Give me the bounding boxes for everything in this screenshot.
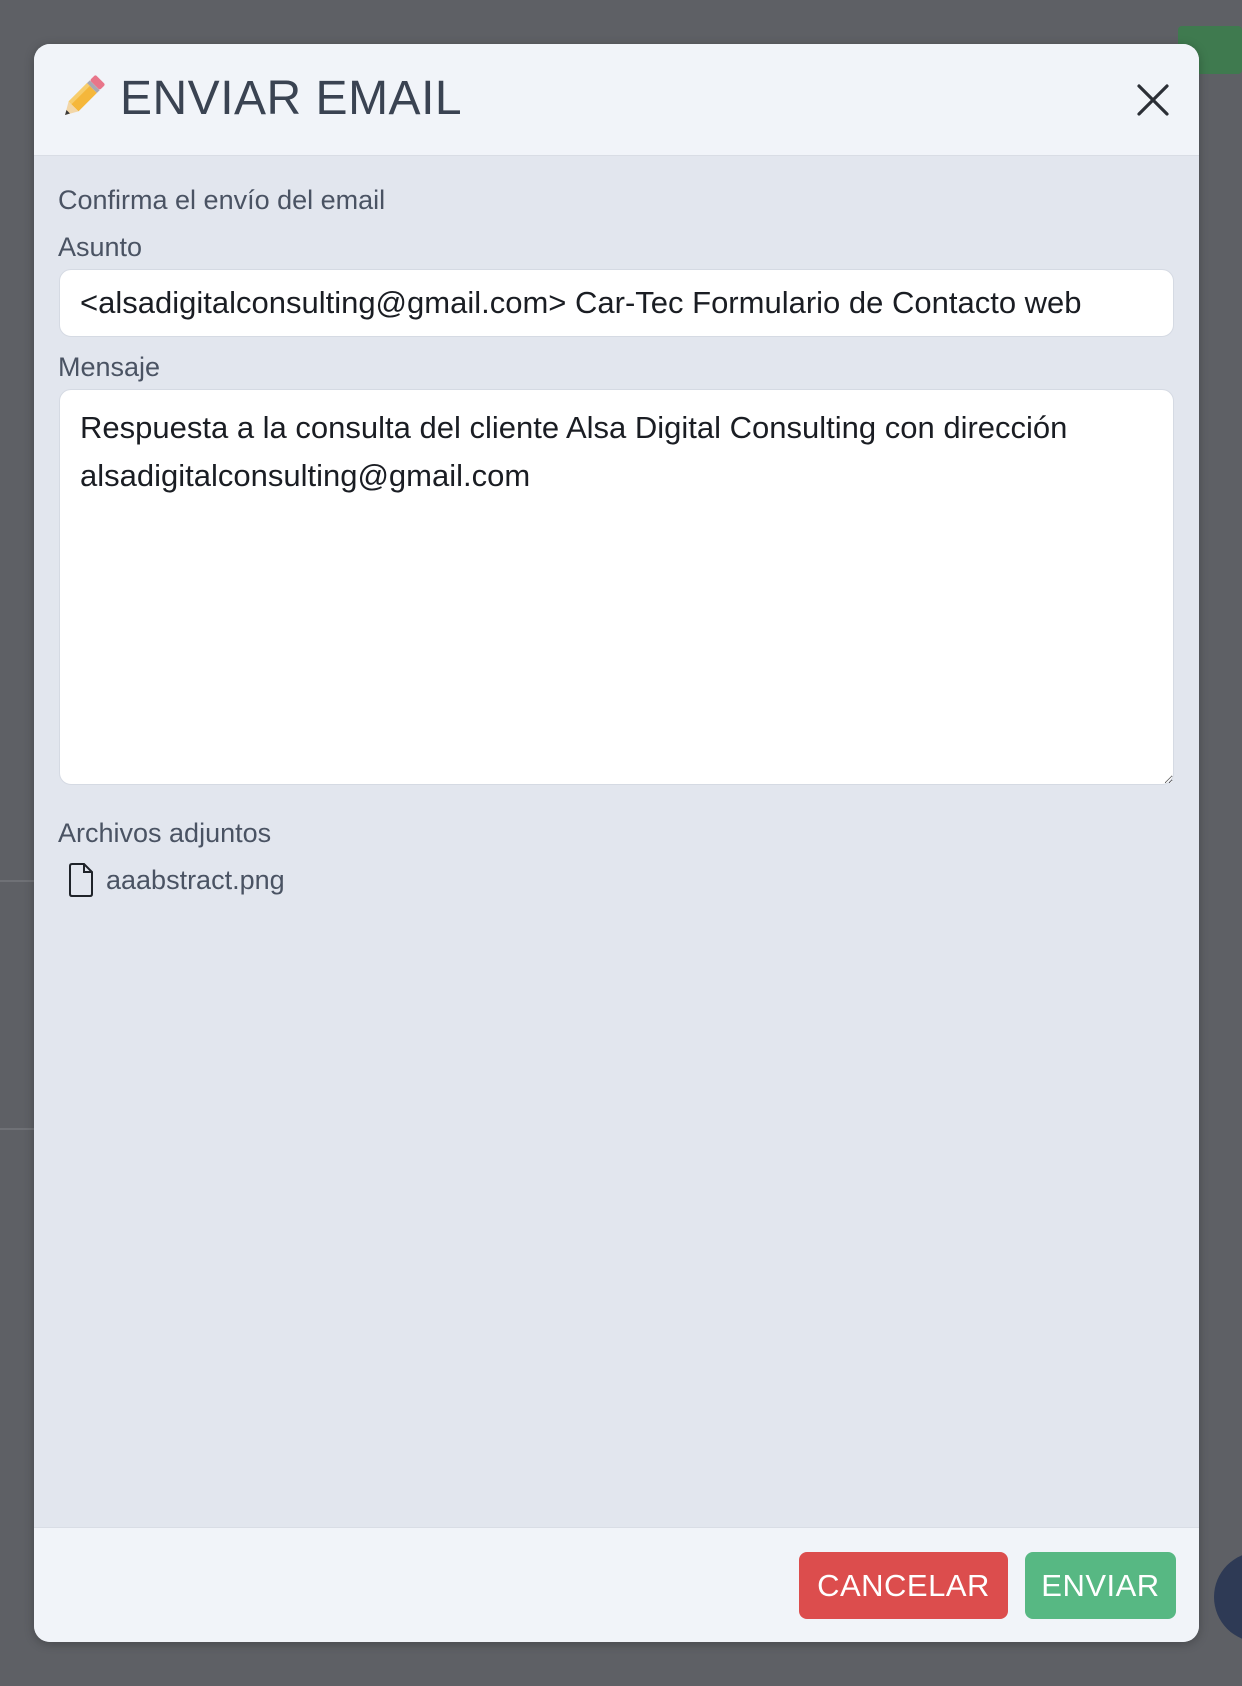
- attachments-label: Archivos adjuntos: [58, 818, 272, 848]
- send-email-modal: ENVIAR EMAIL Confirma el envío del email…: [34, 44, 1199, 1642]
- message-label: Mensaje: [58, 352, 161, 382]
- modal-title: ENVIAR EMAIL: [120, 72, 463, 125]
- message-textarea[interactable]: Respuesta a la consulta del cliente Alsa…: [59, 389, 1174, 785]
- file-icon: [69, 863, 93, 897]
- confirm-text: Confirma el envío del email: [58, 185, 386, 215]
- subject-label: Asunto: [58, 232, 143, 262]
- background-divider: [0, 880, 34, 882]
- modal-footer: CANCELAR ENVIAR: [34, 1527, 1199, 1642]
- modal-body: Confirma el envío del email Asunto Mensa…: [34, 155, 1199, 1527]
- attachment-item[interactable]: aaabstract.png: [68, 860, 285, 900]
- modal-header: ENVIAR EMAIL: [34, 44, 1199, 156]
- subject-input[interactable]: [59, 269, 1174, 337]
- send-button[interactable]: ENVIAR: [1025, 1552, 1176, 1619]
- background-divider: [0, 1128, 34, 1130]
- background-chat-bubble: [1214, 1552, 1242, 1642]
- attachment-name: aaabstract.png: [106, 864, 285, 895]
- cancel-button[interactable]: CANCELAR: [799, 1552, 1008, 1619]
- close-icon[interactable]: [1133, 80, 1173, 120]
- pencil-icon: [65, 75, 105, 115]
